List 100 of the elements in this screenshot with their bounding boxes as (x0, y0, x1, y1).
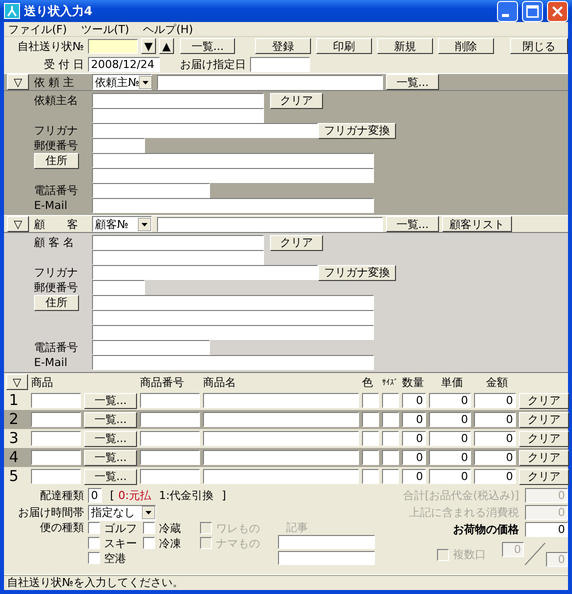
invoice-number-field[interactable] (88, 38, 138, 54)
amount-field[interactable]: 0 (474, 412, 516, 427)
list-button[interactable]: 一覧... (180, 38, 235, 54)
product-number-field[interactable] (140, 393, 200, 408)
action-button[interactable]: 削除 (438, 38, 494, 54)
checkbox[interactable]: スキー (88, 536, 143, 550)
number-select[interactable]: 顧客№ (92, 216, 152, 232)
product-code-field[interactable] (31, 469, 81, 484)
list-button[interactable]: 一覧... (84, 392, 137, 408)
checkbox[interactable]: 冷蔵 (143, 522, 200, 534)
color-field[interactable] (362, 469, 379, 484)
clear-button[interactable]: クリア (519, 412, 569, 428)
action-button[interactable]: 新規 (377, 38, 433, 54)
name-field[interactable] (92, 93, 264, 108)
product-name-field[interactable] (203, 431, 359, 446)
close-form-button[interactable]: 閉じる (510, 38, 568, 54)
memo-field[interactable] (278, 551, 375, 565)
action-button[interactable]: 登録 (255, 38, 311, 54)
nav-button[interactable]: ▼ (141, 38, 156, 54)
email-field[interactable] (92, 355, 374, 370)
list-button[interactable]: 一覧... (84, 412, 137, 428)
product-number-field[interactable] (140, 431, 200, 446)
menu-item[interactable]: ファイル(F) (8, 22, 67, 36)
checkbox[interactable]: 冷凍 (143, 536, 200, 550)
quantity-field[interactable]: 0 (402, 393, 426, 408)
quantity-field[interactable]: 0 (402, 469, 426, 484)
list-button[interactable]: 一覧... (386, 216, 439, 232)
product-code-field[interactable] (31, 393, 81, 408)
size-field[interactable] (382, 469, 399, 484)
product-number-field[interactable] (140, 412, 200, 427)
amount-field[interactable]: 0 (474, 431, 516, 446)
toggle-button[interactable]: ▽ (6, 374, 28, 390)
unit-price-field[interactable]: 0 (429, 469, 471, 484)
name-field[interactable] (92, 250, 264, 265)
address-button[interactable]: 住所 (34, 294, 79, 310)
unit-price-field[interactable]: 0 (429, 393, 471, 408)
number-select[interactable]: 依頼主№ (92, 74, 152, 90)
list-button[interactable]: 一覧... (386, 74, 439, 90)
email-field[interactable] (92, 198, 374, 213)
clear-button[interactable]: クリア (519, 392, 569, 408)
date-field[interactable]: 2008/12/24 (88, 56, 160, 72)
menu-item[interactable]: ヘルプ(H) (143, 22, 194, 36)
close-button[interactable] (547, 0, 568, 22)
clear-button[interactable]: クリア (519, 450, 569, 466)
address-button[interactable]: 住所 (34, 152, 79, 168)
date-field[interactable] (250, 56, 310, 72)
phone-field[interactable] (92, 340, 210, 355)
menu-item[interactable]: ツール(T) (80, 22, 130, 36)
search-field[interactable] (157, 216, 383, 232)
product-number-field[interactable] (140, 450, 200, 465)
convert-button[interactable]: フリガナ変換 (318, 264, 396, 280)
quantity-field[interactable]: 0 (402, 431, 426, 446)
maximize-button[interactable] (522, 0, 543, 22)
product-number-field[interactable] (140, 469, 200, 484)
address-field[interactable] (92, 295, 374, 310)
address-field[interactable] (92, 325, 374, 340)
amount-field[interactable]: 0 (474, 450, 516, 465)
time-select[interactable]: 指定なし (88, 504, 156, 520)
address-field[interactable] (92, 153, 374, 168)
product-name-field[interactable] (203, 450, 359, 465)
unit-price-field[interactable]: 0 (429, 431, 471, 446)
size-field[interactable] (382, 412, 399, 427)
color-field[interactable] (362, 431, 379, 446)
product-name-field[interactable] (203, 393, 359, 408)
convert-button[interactable]: フリガナ変換 (318, 122, 396, 138)
furigana-field[interactable] (92, 123, 318, 138)
furigana-field[interactable] (92, 265, 318, 280)
toggle-button[interactable]: ▽ (7, 74, 29, 90)
clear-button[interactable]: クリア (270, 234, 323, 250)
address-field[interactable] (92, 168, 374, 183)
quantity-field[interactable]: 0 (402, 412, 426, 427)
action-button[interactable]: 印刷 (316, 38, 372, 54)
color-field[interactable] (362, 412, 379, 427)
size-field[interactable] (382, 431, 399, 446)
product-code-field[interactable] (31, 431, 81, 446)
amount-field[interactable]: 0 (474, 469, 516, 484)
postal-code-field[interactable] (92, 280, 145, 295)
quantity-field[interactable]: 0 (402, 450, 426, 465)
product-name-field[interactable] (203, 469, 359, 484)
clear-button[interactable]: クリア (270, 92, 323, 108)
phone-field[interactable] (92, 183, 210, 198)
clear-button[interactable]: クリア (519, 468, 569, 484)
list-button[interactable]: 一覧... (84, 450, 137, 466)
name-field[interactable] (92, 235, 264, 250)
list-button[interactable]: 一覧... (84, 430, 137, 446)
unit-price-field[interactable]: 0 (429, 450, 471, 465)
minimize-button[interactable] (497, 0, 518, 22)
address-field[interactable] (92, 310, 374, 325)
search-field[interactable] (157, 74, 383, 90)
product-name-field[interactable] (203, 412, 359, 427)
unit-price-field[interactable]: 0 (429, 412, 471, 427)
list-button[interactable]: 一覧... (84, 468, 137, 484)
amount-field[interactable]: 0 (474, 393, 516, 408)
total-field[interactable]: 0 (525, 522, 568, 537)
product-code-field[interactable] (31, 450, 81, 465)
checkbox[interactable]: ゴルフ (88, 522, 143, 534)
color-field[interactable] (362, 393, 379, 408)
memo-field[interactable] (278, 535, 375, 549)
checkbox[interactable]: 空港 (88, 552, 143, 564)
name-field[interactable] (92, 108, 264, 123)
